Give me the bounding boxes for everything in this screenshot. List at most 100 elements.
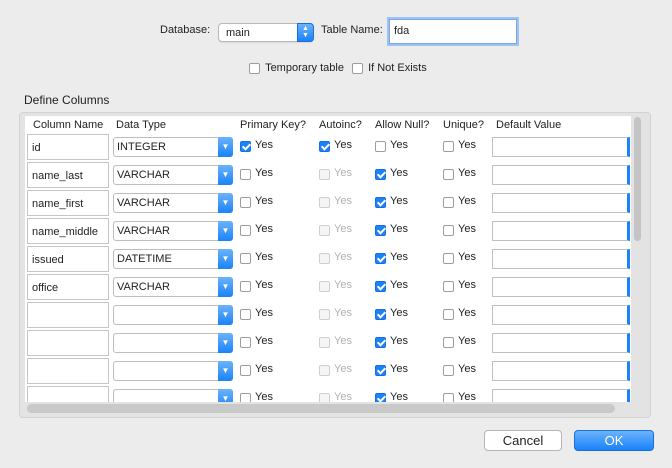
allow-null-checkbox[interactable]: Yes xyxy=(375,279,408,292)
autoinc-checkbox: Yes xyxy=(319,363,352,376)
allow-null-checkbox[interactable]: Yes xyxy=(375,139,408,152)
unique-checkbox[interactable]: Yes xyxy=(443,195,476,208)
data-type-combobox[interactable]: VARCHAR ▼ xyxy=(113,277,233,297)
allow-null-checkbox[interactable]: Yes xyxy=(375,391,408,402)
primary-key-checkbox[interactable]: Yes xyxy=(240,139,273,152)
unique-checkbox[interactable]: Yes xyxy=(443,335,476,348)
allow-null-label: Yes xyxy=(390,139,408,151)
data-type-combobox[interactable]: ▼ xyxy=(113,389,233,402)
default-value-field[interactable] xyxy=(492,389,630,402)
allow-null-checkbox[interactable]: Yes xyxy=(375,307,408,320)
checkmark-icon xyxy=(375,168,386,180)
database-select[interactable]: main ▲ ▼ xyxy=(218,23,314,42)
temporary-table-label: Temporary table xyxy=(265,62,344,74)
data-type-combobox[interactable]: DATETIME ▼ xyxy=(113,249,233,269)
horizontal-scrollbar[interactable] xyxy=(27,404,615,413)
allow-null-checkbox[interactable]: Yes xyxy=(375,363,408,376)
default-value-field[interactable] xyxy=(492,333,630,353)
allow-null-checkbox[interactable]: Yes xyxy=(375,223,408,236)
unique-checkbox[interactable]: Yes xyxy=(443,279,476,292)
allow-null-checkbox[interactable]: Yes xyxy=(375,195,408,208)
unique-checkbox[interactable]: Yes xyxy=(443,363,476,376)
data-type-combobox[interactable]: ▼ xyxy=(113,361,233,381)
data-type-combobox[interactable]: INTEGER ▼ xyxy=(113,137,233,157)
primary-key-checkbox[interactable]: Yes xyxy=(240,335,273,348)
default-value-field[interactable] xyxy=(492,277,630,297)
unique-checkbox[interactable]: Yes xyxy=(443,391,476,402)
cancel-button[interactable]: Cancel xyxy=(484,430,562,451)
table-row: issued DATETIME ▼ Yes Yes Yes Yes xyxy=(25,245,631,273)
data-type-combobox[interactable]: VARCHAR ▼ xyxy=(113,165,233,185)
column-name-field[interactable]: name_first xyxy=(27,190,109,216)
primary-key-checkbox[interactable]: Yes xyxy=(240,223,273,236)
ok-button[interactable]: OK xyxy=(574,430,654,451)
default-value-field[interactable] xyxy=(492,305,630,325)
table-name-input[interactable]: fda xyxy=(389,19,517,44)
primary-key-checkbox[interactable]: Yes xyxy=(240,195,273,208)
column-name-field[interactable]: name_middle xyxy=(27,218,109,244)
column-name-field[interactable]: name_last xyxy=(27,162,109,188)
primary-key-checkbox[interactable]: Yes xyxy=(240,391,273,402)
unique-checkbox[interactable]: Yes xyxy=(443,307,476,320)
chevron-down-icon[interactable]: ▼ xyxy=(218,277,233,297)
checkmark-icon xyxy=(375,280,386,292)
chevron-down-icon[interactable]: ▼ xyxy=(218,137,233,157)
checkbox-icon xyxy=(319,336,330,348)
column-name-field[interactable]: office xyxy=(27,274,109,300)
if-not-exists-checkbox[interactable]: If Not Exists xyxy=(352,62,427,74)
default-value-field[interactable] xyxy=(492,361,630,381)
data-type-combobox[interactable]: ▼ xyxy=(113,305,233,325)
checkbox-icon xyxy=(240,364,251,376)
data-type-combobox[interactable]: VARCHAR ▼ xyxy=(113,193,233,213)
columns-table: Column Name Data Type Primary Key? Autoi… xyxy=(25,116,631,402)
column-name-field[interactable] xyxy=(27,386,109,402)
unique-checkbox[interactable]: Yes xyxy=(443,223,476,236)
chevron-down-icon[interactable]: ▼ xyxy=(218,305,233,325)
chevron-down-icon[interactable]: ▼ xyxy=(218,221,233,241)
vertical-scrollbar[interactable] xyxy=(634,117,641,241)
allow-null-checkbox[interactable]: Yes xyxy=(375,167,408,180)
chevron-down-icon[interactable]: ▼ xyxy=(218,193,233,213)
checkmark-icon xyxy=(375,196,386,208)
unique-checkbox[interactable]: Yes xyxy=(443,167,476,180)
column-name-field[interactable] xyxy=(27,302,109,328)
column-name-field[interactable] xyxy=(27,358,109,384)
autoinc-label: Yes xyxy=(334,279,352,291)
temporary-table-checkbox[interactable]: Temporary table xyxy=(249,62,344,74)
chevron-down-icon[interactable]: ▼ xyxy=(218,361,233,381)
column-name-field[interactable]: issued xyxy=(27,246,109,272)
checkbox-icon xyxy=(240,168,251,180)
unique-checkbox[interactable]: Yes xyxy=(443,139,476,152)
column-name-field[interactable] xyxy=(27,330,109,356)
chevron-down-icon[interactable]: ▼ xyxy=(218,333,233,353)
unique-label: Yes xyxy=(458,167,476,179)
default-value-field[interactable] xyxy=(492,165,630,185)
primary-key-checkbox[interactable]: Yes xyxy=(240,279,273,292)
default-value-field[interactable] xyxy=(492,137,630,157)
column-name-field[interactable]: id xyxy=(27,134,109,160)
autoinc-checkbox: Yes xyxy=(319,195,352,208)
data-type-combobox[interactable]: VARCHAR ▼ xyxy=(113,221,233,241)
default-value-field[interactable] xyxy=(492,249,630,269)
checkbox-icon xyxy=(352,62,363,74)
data-type-value: INTEGER xyxy=(117,141,166,153)
primary-key-checkbox[interactable]: Yes xyxy=(240,307,273,320)
header-unique: Unique? xyxy=(443,119,484,131)
unique-label: Yes xyxy=(458,139,476,151)
primary-key-checkbox[interactable]: Yes xyxy=(240,363,273,376)
default-value-field[interactable] xyxy=(492,193,630,213)
header-allow-null: Allow Null? xyxy=(375,119,430,131)
autoinc-checkbox[interactable]: Yes xyxy=(319,139,352,152)
primary-key-checkbox[interactable]: Yes xyxy=(240,251,273,264)
allow-null-checkbox[interactable]: Yes xyxy=(375,251,408,264)
allow-null-checkbox[interactable]: Yes xyxy=(375,335,408,348)
chevron-down-icon[interactable]: ▼ xyxy=(218,165,233,185)
checkbox-icon xyxy=(443,168,454,180)
checkbox-icon xyxy=(443,224,454,236)
chevron-down-icon[interactable]: ▼ xyxy=(218,389,233,402)
default-value-field[interactable] xyxy=(492,221,630,241)
data-type-combobox[interactable]: ▼ xyxy=(113,333,233,353)
unique-checkbox[interactable]: Yes xyxy=(443,251,476,264)
chevron-down-icon[interactable]: ▼ xyxy=(218,249,233,269)
primary-key-checkbox[interactable]: Yes xyxy=(240,167,273,180)
